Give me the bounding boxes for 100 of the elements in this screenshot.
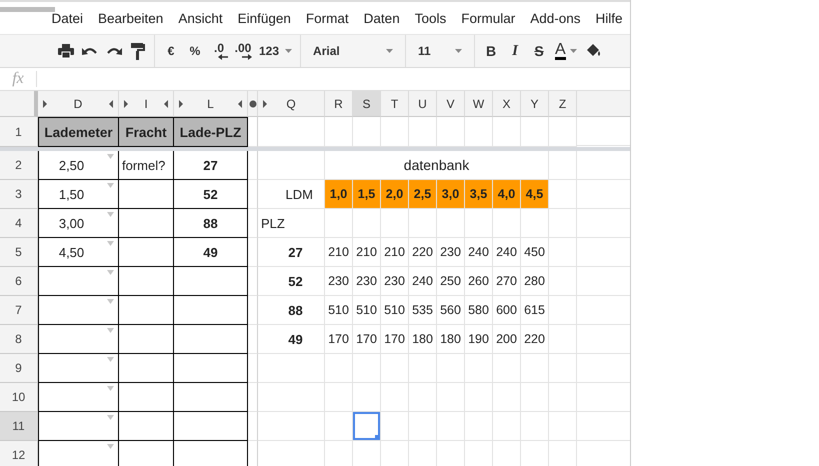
row-header[interactable]: 5 (0, 238, 38, 267)
table-cell[interactable]: 240 (465, 238, 493, 267)
column-header[interactable]: T (381, 91, 409, 117)
table-cell[interactable]: 52 (258, 267, 325, 296)
table-cell[interactable] (38, 296, 119, 325)
column-header[interactable] (248, 91, 258, 117)
row-header[interactable]: 12 (0, 441, 38, 466)
header-cell[interactable]: 2,5 (409, 180, 437, 209)
row-header[interactable]: 7 (0, 296, 38, 325)
column-header[interactable]: D (38, 91, 119, 117)
header-cell[interactable]: 1,0 (325, 180, 353, 209)
menu-item[interactable]: Format (298, 10, 356, 26)
table-cell[interactable]: 220 (409, 238, 437, 267)
table-cell[interactable]: 210 (381, 238, 409, 267)
row-header[interactable]: 4 (0, 209, 38, 238)
table-cell[interactable] (119, 267, 174, 296)
number-format-dropdown[interactable]: 123 (255, 38, 296, 64)
format-button[interactable]: € (159, 38, 183, 64)
header-cell[interactable]: Lademeter (38, 117, 119, 147)
table-cell[interactable]: 280 (521, 267, 549, 296)
menu-item[interactable]: Einfügen (230, 10, 298, 26)
menu-item[interactable]: Bearbeiten (90, 10, 171, 26)
table-cell[interactable]: 4,50 (38, 238, 119, 267)
table-cell[interactable]: 260 (465, 267, 493, 296)
table-cell[interactable] (174, 325, 248, 354)
table-cell[interactable]: 270 (493, 267, 521, 296)
table-cell[interactable]: 88 (258, 296, 325, 325)
table-cell[interactable] (174, 412, 248, 441)
row-header[interactable]: 11 (0, 412, 38, 441)
column-header[interactable]: Z (549, 91, 577, 117)
header-cell[interactable]: Lade-PLZ (174, 117, 248, 147)
table-cell[interactable] (119, 354, 174, 383)
table-cell[interactable]: 190 (465, 325, 493, 354)
table-cell[interactable]: 2,50 (38, 151, 119, 180)
row-header[interactable]: 6 (0, 267, 38, 296)
table-cell[interactable]: 88 (174, 209, 248, 238)
table-cell[interactable] (38, 325, 119, 354)
format-button[interactable]: % (183, 38, 207, 64)
table-cell[interactable] (174, 354, 248, 383)
table-cell[interactable]: 580 (465, 296, 493, 325)
table-cell[interactable]: 180 (437, 325, 465, 354)
freeze-bar[interactable] (0, 147, 630, 151)
menu-item[interactable]: Tools (407, 10, 454, 26)
strike-button[interactable]: S (527, 38, 552, 64)
table-cell[interactable] (119, 412, 174, 441)
menu-item[interactable]: Hilfe (588, 10, 630, 26)
table-cell[interactable] (119, 383, 174, 412)
font-dropdown[interactable]: Arial (305, 38, 402, 64)
column-header[interactable]: Y (521, 91, 549, 117)
table-cell[interactable] (174, 267, 248, 296)
font-size-dropdown[interactable]: 11 (410, 38, 470, 64)
header-cell[interactable]: 4,0 (493, 180, 521, 209)
column-header[interactable]: V (437, 91, 465, 117)
table-cell[interactable]: 240 (409, 267, 437, 296)
table-cell[interactable]: formel? (119, 151, 174, 180)
column-header[interactable]: X (493, 91, 521, 117)
menu-item[interactable]: Ansicht (170, 10, 230, 26)
column-header[interactable]: I (119, 91, 174, 117)
column-header[interactable]: U (409, 91, 437, 117)
decimal-button[interactable]: .00 (231, 38, 255, 64)
column-header[interactable]: L (174, 91, 248, 117)
italic-button[interactable]: I (503, 38, 528, 64)
table-cell[interactable]: 510 (353, 296, 381, 325)
row-header[interactable]: 3 (0, 180, 38, 209)
table-cell[interactable] (38, 267, 119, 296)
menu-item[interactable]: Add-ons (522, 10, 588, 26)
table-cell[interactable]: 560 (437, 296, 465, 325)
table-cell[interactable]: 49 (258, 325, 325, 354)
bold-button[interactable]: B (479, 38, 504, 64)
menu-item[interactable]: Formular (454, 10, 523, 26)
table-cell[interactable]: 27 (258, 238, 325, 267)
table-cell[interactable]: 27 (174, 151, 248, 180)
table-cell[interactable]: 600 (493, 296, 521, 325)
header-cell[interactable]: 3,5 (465, 180, 493, 209)
table-cell[interactable]: 230 (353, 267, 381, 296)
table-cell[interactable]: 170 (325, 325, 353, 354)
table-cell[interactable]: PLZ (258, 209, 325, 238)
table-cell[interactable]: 170 (353, 325, 381, 354)
column-header[interactable]: W (465, 91, 493, 117)
row-header[interactable]: 1 (0, 117, 38, 147)
header-cell[interactable]: 2,0 (381, 180, 409, 209)
header-cell[interactable]: 4,5 (521, 180, 549, 209)
row-header[interactable]: 10 (0, 383, 38, 412)
table-cell[interactable]: 615 (521, 296, 549, 325)
table-cell[interactable]: 510 (325, 296, 353, 325)
menu-item[interactable]: Datei (44, 10, 91, 26)
table-cell[interactable]: 450 (521, 238, 549, 267)
table-cell[interactable]: 200 (493, 325, 521, 354)
table-cell[interactable]: 3,00 (38, 209, 119, 238)
table-cell[interactable]: 220 (521, 325, 549, 354)
table-cell[interactable] (38, 383, 119, 412)
table-cell[interactable] (119, 180, 174, 209)
table-cell[interactable]: 230 (381, 267, 409, 296)
table-cell[interactable]: 52 (174, 180, 248, 209)
table-cell[interactable]: 535 (409, 296, 437, 325)
table-cell[interactable]: 230 (325, 267, 353, 296)
table-cell[interactable] (174, 383, 248, 412)
table-cell[interactable] (119, 238, 174, 267)
table-cell[interactable] (38, 441, 119, 466)
table-cell[interactable]: 210 (353, 238, 381, 267)
